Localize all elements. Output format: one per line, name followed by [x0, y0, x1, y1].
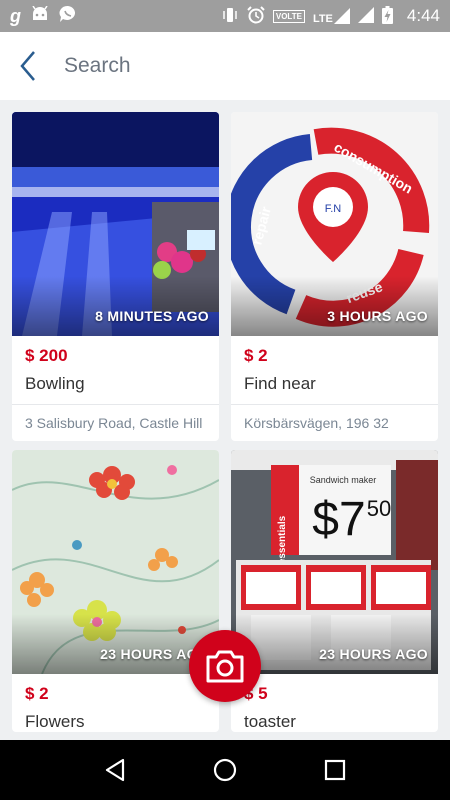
listing-card[interactable]: essentials Sandwich maker $7 50 23 HOURS…: [231, 450, 438, 732]
listing-image-flowers: 23 HOURS AGO: [12, 450, 219, 674]
logo-center-text: F.N: [325, 203, 342, 215]
location-label: Körsbärsvägen, 196 32: [244, 415, 389, 431]
nav-home-button[interactable]: [205, 750, 245, 790]
image-shade: [231, 614, 438, 674]
volte-badge: VOLTE: [272, 9, 305, 23]
clock: 4:44: [406, 6, 440, 25]
price-label: $ 2: [25, 684, 49, 703]
status-bar: g VOLTE LTE 4:44: [0, 0, 450, 32]
listing-title: toaster: [244, 712, 296, 731]
sign-price: $7: [312, 493, 365, 546]
nav-back-button[interactable]: [95, 750, 135, 790]
signal-icon: [357, 6, 374, 26]
alarm-icon: [247, 5, 265, 27]
search-field[interactable]: Search: [64, 54, 131, 78]
chat-icon: [59, 5, 77, 28]
listing-card[interactable]: F.N consumption repair reuse 3 HOURS AGO…: [231, 112, 438, 441]
app-bar: Search: [0, 32, 450, 100]
time-ago-label: 3 HOURS AGO: [327, 308, 428, 324]
recents-square-icon: [324, 759, 346, 781]
back-button[interactable]: [0, 32, 56, 100]
sign-top: Sandwich maker: [310, 475, 377, 485]
listing-image-find-near: F.N consumption repair reuse 3 HOURS AGO: [231, 112, 438, 336]
lte-signal: LTE: [312, 8, 350, 25]
listing-title: Bowling: [25, 374, 85, 393]
listing-card[interactable]: 23 HOURS AGO $ 2 Flowers: [12, 450, 219, 732]
location-label: 3 Salisbury Road, Castle Hill: [25, 415, 203, 431]
camera-icon: [206, 650, 244, 683]
listing-image-bowling: 8 MINUTES AGO: [12, 112, 219, 336]
chevron-left-icon: [20, 51, 35, 81]
time-ago-label: 23 HOURS AGO: [319, 646, 428, 662]
g-icon: g: [10, 5, 21, 26]
listing-title: Find near: [244, 374, 316, 393]
signal-icon: [333, 8, 350, 24]
sign-brand: essentials: [277, 515, 288, 564]
lte-label: LTE: [312, 13, 333, 25]
listing-title: Flowers: [25, 712, 85, 731]
vibrate-icon: [221, 7, 239, 26]
image-shade: [12, 276, 219, 336]
image-shade: [12, 614, 219, 674]
price-label: $ 200: [25, 346, 68, 365]
home-circle-icon: [213, 758, 237, 782]
listing-card[interactable]: 8 MINUTES AGO $ 200 Bowling 3 Salisbury …: [12, 112, 219, 441]
price-label: $ 2: [244, 346, 268, 365]
battery-charging-icon: [381, 5, 393, 27]
time-ago-label: 8 MINUTES AGO: [95, 308, 209, 324]
android-icon: [31, 5, 49, 27]
nav-recents-button[interactable]: [315, 750, 355, 790]
system-nav-bar: [0, 740, 450, 800]
back-triangle-icon: [105, 758, 125, 782]
listing-image-toaster: essentials Sandwich maker $7 50 23 HOURS…: [231, 450, 438, 674]
sign-cents: 50: [367, 496, 391, 521]
price-label: $ 5: [244, 684, 268, 703]
camera-button[interactable]: [189, 630, 261, 702]
image-shade: [231, 276, 438, 336]
